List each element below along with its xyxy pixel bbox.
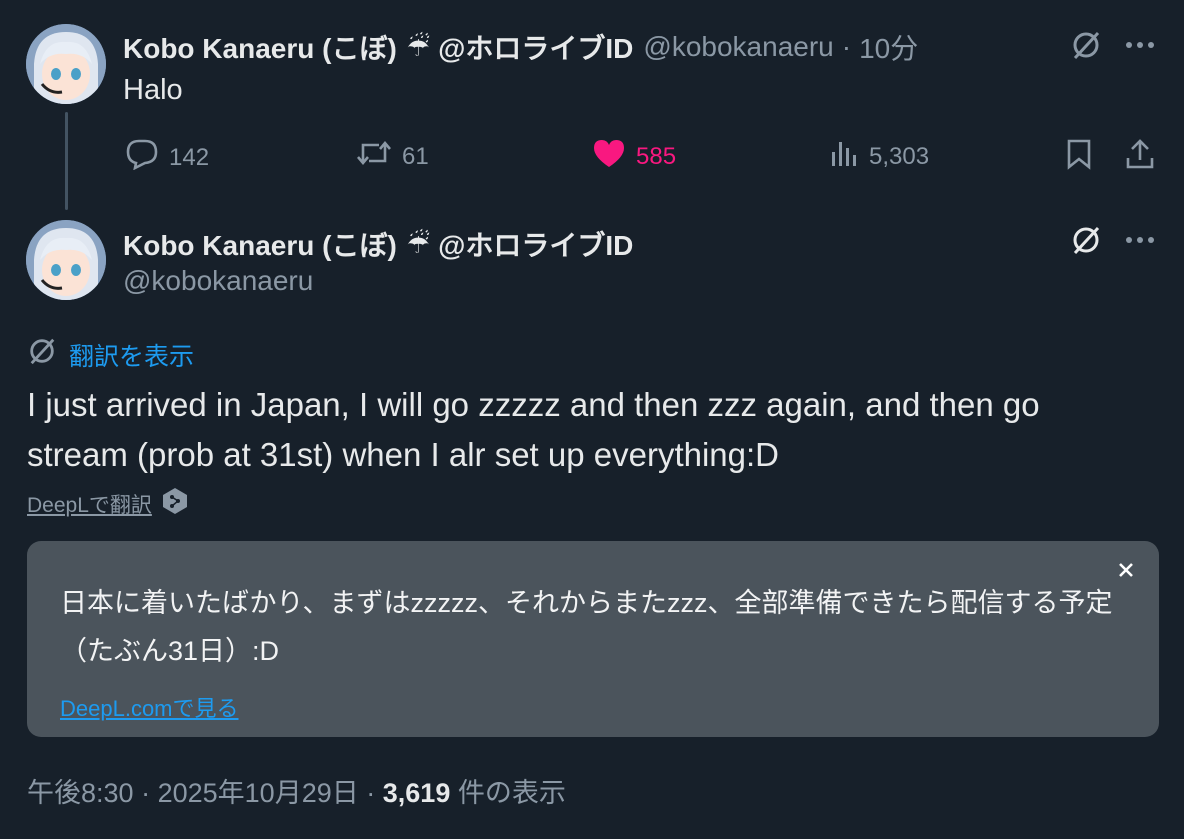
main-author-row: Kobo Kanaeru (こぼ) ☔ @ホロライブID: [123, 224, 633, 264]
reply-icon: [125, 138, 169, 177]
views-action[interactable]: 5,303: [829, 138, 929, 175]
repost-action[interactable]: 61: [356, 138, 429, 175]
translation-text: 日本に着いたばかり、まずはzzzzz、それからまたzzz、全部準備できたら配信す…: [60, 588, 1113, 666]
reply-text: Halo: [123, 74, 183, 106]
views-icon: [829, 138, 869, 175]
show-translation-link[interactable]: 翻訳を表示: [27, 336, 194, 373]
separator-dot: ·: [366, 778, 376, 808]
author-display-name[interactable]: Kobo Kanaeru (こぼ): [123, 27, 397, 67]
separator-dot: ·: [141, 778, 151, 808]
separator-dot: ·: [841, 31, 852, 62]
repost-icon: [356, 138, 402, 175]
grok-icon: [27, 336, 69, 373]
reply-action[interactable]: 142: [125, 138, 209, 177]
share-icon[interactable]: [1122, 136, 1158, 172]
more-icon[interactable]: [1122, 30, 1158, 60]
bookmark-icon[interactable]: [1062, 136, 1096, 172]
translation-panel: 日本に着いたばかり、まずはzzzzz、それからまたzzz、全部準備できたら配信す…: [27, 541, 1159, 737]
author-affiliation[interactable]: @ホロライブID: [438, 224, 633, 264]
views-label: 件の表示: [457, 778, 566, 808]
umbrella-emoji: ☔: [406, 32, 431, 62]
deepl-icon: [162, 487, 188, 520]
post-time[interactable]: 午後8:30: [27, 778, 134, 808]
thread-line: [65, 112, 68, 210]
avatar[interactable]: [26, 24, 106, 104]
deepl-translate-row: DeepLで翻訳: [27, 487, 188, 520]
tweet-time[interactable]: 10分: [859, 27, 918, 67]
author-handle[interactable]: @kobokanaeru: [123, 265, 313, 297]
umbrella-emoji: ☔: [406, 229, 431, 259]
like-count: 585: [636, 142, 677, 170]
like-action[interactable]: 585: [592, 138, 676, 175]
more-icon[interactable]: [1122, 225, 1158, 255]
author-affiliation[interactable]: @ホロライブID: [438, 27, 633, 67]
heart-icon: [592, 138, 636, 175]
deepl-source-link[interactable]: DeepL.comで見る: [60, 691, 239, 723]
close-icon[interactable]: [1111, 555, 1141, 585]
grok-icon[interactable]: [1068, 222, 1104, 258]
show-translation-label: 翻訳を表示: [69, 342, 195, 371]
reply-count: 142: [169, 143, 210, 171]
author-handle[interactable]: @kobokanaeru: [643, 31, 833, 63]
views-count: 5,303: [869, 142, 930, 170]
avatar[interactable]: [26, 220, 106, 300]
post-date[interactable]: 2025年10月29日: [158, 778, 359, 808]
tweet-meta: 午後8:30 · 2025年10月29日 · 3,619 件の表示: [27, 771, 566, 810]
reply-author-row: Kobo Kanaeru (こぼ) ☔ @ホロライブID @kobokanaer…: [123, 27, 918, 67]
author-display-name[interactable]: Kobo Kanaeru (こぼ): [123, 224, 397, 264]
repost-count: 61: [402, 142, 429, 170]
tweet-text: I just arrived in Japan, I will go zzzzz…: [27, 386, 1040, 473]
views-count: 3,619: [382, 778, 451, 808]
deepl-translate-link[interactable]: DeepLで翻訳: [27, 489, 152, 519]
grok-icon[interactable]: [1068, 27, 1104, 63]
